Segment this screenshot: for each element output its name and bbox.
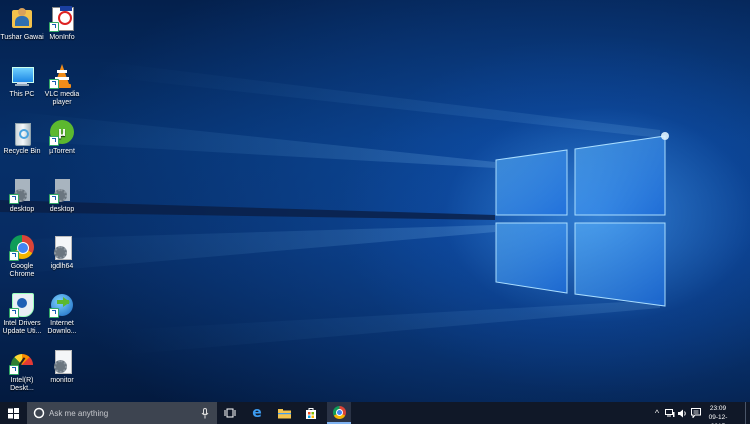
- desktop-icon-recycle-bin[interactable]: Recycle Bin: [0, 120, 44, 156]
- search-box[interactable]: Ask me anything: [27, 402, 217, 424]
- settings-file-icon: [49, 178, 75, 204]
- edge-icon: e: [252, 405, 262, 421]
- intel-driver-icon: [9, 292, 35, 318]
- clock[interactable]: 23:09 09-12-2015: [702, 404, 734, 431]
- desktop-icon-intel-desktop-utilities[interactable]: Intel(R) Deskt...: [0, 349, 44, 393]
- desktop-icon-internet-download-manager[interactable]: Internet Downlo...: [40, 292, 84, 336]
- show-desktop-button[interactable]: [745, 402, 750, 424]
- desktop-icon-intel-drivers-update[interactable]: Intel Drivers Update Uti...: [0, 292, 44, 336]
- desktop-background: Tushar Gawai MonInfo This PC VLC media p…: [0, 0, 750, 402]
- cortana-icon: [33, 407, 45, 419]
- action-center-button[interactable]: [690, 402, 702, 424]
- desktop-icon-label: Recycle Bin: [3, 148, 41, 155]
- desktop-icon-label: Internet Downlo...: [47, 320, 77, 335]
- clock-date: 09-12-2015: [708, 414, 728, 430]
- desktop-icon-label: desktop: [49, 206, 75, 213]
- desktop-icon-label: igdlh64: [50, 263, 74, 270]
- taskbar-chrome[interactable]: [327, 402, 351, 424]
- start-icon: [8, 407, 19, 419]
- desktop-icon-label: desktop: [9, 206, 35, 213]
- network-button[interactable]: [663, 402, 677, 424]
- utorrent-icon: µ: [49, 120, 75, 146]
- microphone-icon[interactable]: [201, 408, 209, 419]
- settings-file-icon: [9, 178, 35, 204]
- computer-icon: [9, 63, 35, 89]
- task-view-button[interactable]: [219, 402, 241, 424]
- desktop-icon-monitor[interactable]: monitor: [40, 349, 84, 385]
- store-icon: [306, 408, 316, 419]
- desktop-icon-utorrent[interactable]: µ µTorrent: [40, 120, 84, 156]
- volume-icon: [678, 409, 686, 417]
- desktop-icon-desktop-ini-2[interactable]: desktop: [40, 178, 84, 214]
- network-icon: [665, 408, 675, 417]
- idm-icon: [49, 292, 75, 318]
- show-hidden-icons-button[interactable]: ^: [651, 402, 663, 424]
- desktop-icon-label: VLC media player: [44, 91, 80, 106]
- chrome-icon: [332, 405, 346, 419]
- show-hidden-icons-icon: ^: [654, 408, 660, 418]
- clock-time: 23:09: [709, 405, 727, 412]
- moninfo-icon: [49, 6, 75, 32]
- desktop-icon-label: Google Chrome: [9, 263, 35, 278]
- windows-logo-wallpaper: [0, 60, 669, 355]
- desktop-icon-label: Intel(R) Deskt...: [10, 377, 34, 392]
- desktop-icon-google-chrome[interactable]: Google Chrome: [0, 235, 44, 279]
- desktop-icon-label: µTorrent: [49, 148, 75, 155]
- settings-file-icon: [49, 235, 75, 261]
- action-center-icon: [691, 408, 701, 418]
- desktop-icon-this-pc[interactable]: This PC: [0, 63, 44, 99]
- taskbar-store[interactable]: [300, 402, 322, 424]
- desktop-icon-desktop-ini-1[interactable]: desktop: [0, 178, 44, 214]
- user-folder-icon: [9, 6, 35, 32]
- recycle-bin-icon: [9, 120, 35, 146]
- desktop-icon-label: MonInfo: [49, 34, 75, 41]
- desktop-icon-igdlh64[interactable]: igdlh64: [40, 235, 84, 271]
- taskbar-file-explorer[interactable]: [273, 402, 295, 424]
- desktop-icon-label: Tushar Gawai: [0, 34, 44, 41]
- desktop-icon-moninfo[interactable]: MonInfo: [40, 6, 84, 42]
- file-explorer-icon: [277, 408, 291, 418]
- volume-button[interactable]: [677, 402, 689, 424]
- taskbar-edge[interactable]: e: [246, 402, 268, 424]
- vlc-icon: [49, 63, 75, 89]
- intel-gauge-icon: [9, 349, 35, 375]
- taskbar: Ask me anything e ^ 23:09 09-12-2015: [0, 402, 750, 430]
- settings-file-icon: [49, 349, 75, 375]
- desktop-icon-label: Intel Drivers Update Uti...: [2, 320, 42, 335]
- start-button[interactable]: [0, 402, 27, 424]
- desktop-icon-vlc[interactable]: VLC media player: [40, 63, 84, 107]
- desktop-icon-user-folder[interactable]: Tushar Gawai: [0, 6, 44, 42]
- desktop-icon-label: This PC: [9, 91, 35, 98]
- task-view-icon: [224, 408, 236, 418]
- desktop-icon-label: monitor: [50, 377, 74, 384]
- chrome-icon: [9, 235, 35, 261]
- search-placeholder: Ask me anything: [49, 408, 109, 418]
